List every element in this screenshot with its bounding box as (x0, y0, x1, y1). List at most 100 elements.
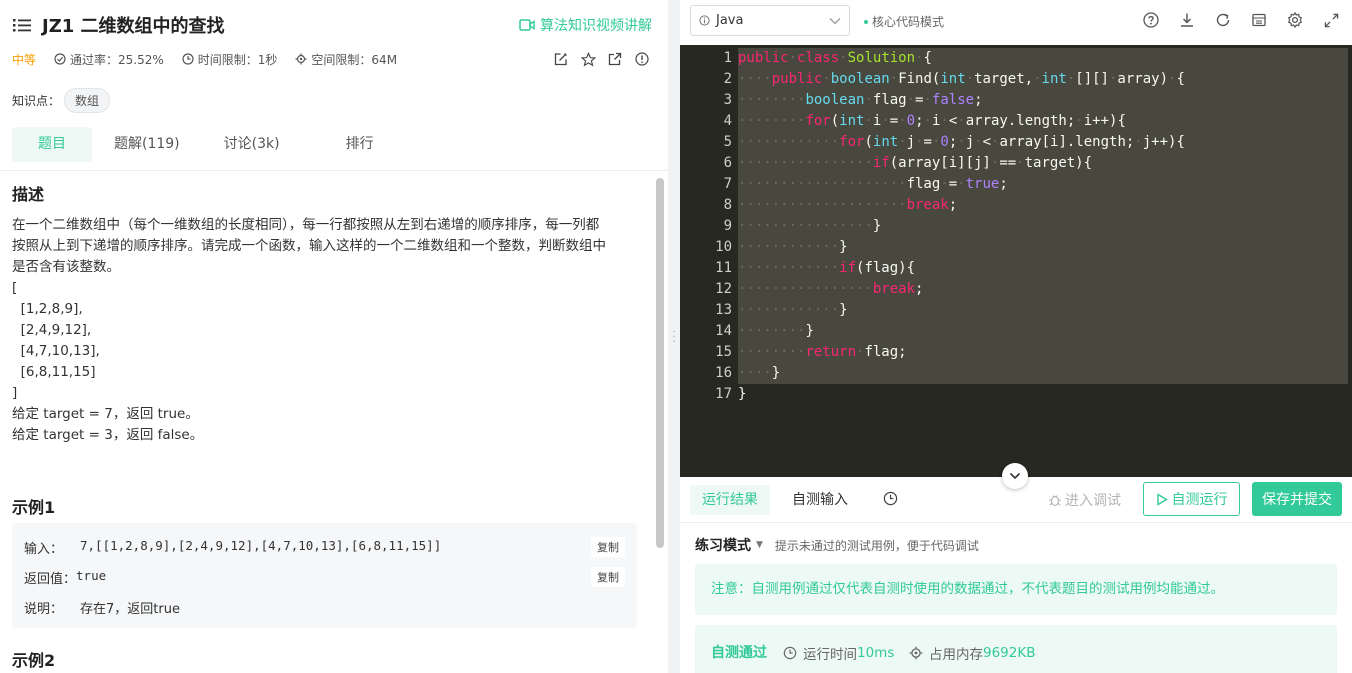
code-line[interactable]: 6 ················if(array[i][j]·==·targe… (680, 153, 1352, 174)
copy-input-button[interactable]: 复制 (591, 537, 625, 557)
memory-stat: 占用内存 9692KB (909, 643, 1035, 663)
code-line[interactable]: 13 ············} (680, 300, 1352, 321)
line-number: 16 (715, 365, 732, 381)
memory-label: 占用内存 (929, 647, 983, 663)
description-line: 给定 target = 3，返回 false。 (12, 427, 204, 443)
example1-title: 示例1 (12, 498, 56, 517)
problem-scrollbar[interactable] (656, 178, 664, 548)
copy-output-button[interactable]: 复制 (591, 567, 625, 587)
code-line[interactable]: 8 ····················break; (680, 195, 1352, 216)
tab-solutions[interactable]: 题解(119) (92, 127, 202, 162)
share-icon[interactable] (607, 51, 623, 67)
memory-value: 9692KB (983, 645, 1036, 661)
caret-down-icon[interactable]: ▼ (756, 540, 763, 550)
pass-status: 自测通过 (711, 645, 767, 661)
history-clock-icon[interactable] (883, 491, 899, 507)
run-time-stat: 运行时间 10ms (783, 643, 894, 663)
description-line: 在一个二维数组中（每个一维数组的长度相同），每一行都按照从左到右递增的顺序排序，… (12, 217, 600, 233)
editor-tools (1124, 11, 1340, 29)
enter-debug-button[interactable]: 进入调试 (1048, 490, 1121, 510)
chevron-down-icon (829, 17, 841, 24)
drag-handle-icon[interactable]: · · · (672, 328, 676, 348)
bug-icon (1049, 495, 1061, 507)
tab-problem[interactable]: 题目 (12, 127, 92, 162)
line-number: 13 (715, 302, 732, 318)
edit-icon[interactable] (553, 51, 569, 67)
video-icon (519, 19, 535, 31)
tab-discussion[interactable]: 讨论(3k) (202, 127, 302, 162)
panel-splitter[interactable]: · · · (668, 0, 680, 673)
tab-custom-input[interactable]: 自测输入 (780, 485, 860, 515)
code-line[interactable]: 9 ················} (680, 216, 1352, 237)
problem-tabs: 题目 题解(119) 讨论(3k) 排行 (12, 127, 396, 162)
settings-gear-icon[interactable] (1286, 11, 1304, 29)
code-line[interactable]: 5 ············for(int·j·=·0;·j·<·array[i]… (680, 132, 1352, 153)
line-number: 2 (723, 71, 732, 87)
self-test-run-button[interactable]: 自测运行 (1143, 482, 1240, 516)
help-icon[interactable] (1142, 11, 1160, 29)
line-number: 14 (715, 323, 732, 339)
line-number: 5 (723, 134, 732, 150)
run-time-value: 10ms (857, 645, 895, 661)
code-editor[interactable]: 1 public·class·Solution·{2 ····public·bool… (680, 45, 1352, 477)
description-body: 在一个二维数组中（每个一维数组的长度相同），每一行都按照从左到右递增的顺序排序，… (12, 215, 644, 446)
description-line: 是否含有该整数。 (12, 259, 120, 275)
chip-icon (909, 646, 923, 660)
play-icon (1156, 492, 1168, 506)
tab-ranking[interactable]: 排行 (324, 127, 396, 162)
self-test-result: 自测通过 运行时间 10ms 占用内存 9692KB (695, 625, 1337, 673)
code-line[interactable]: 7 ····················flag·=·true; (680, 174, 1352, 195)
example-output-value[interactable]: true (76, 568, 106, 587)
code-text: ········return·flag; (738, 342, 1348, 363)
code-line[interactable]: 3 ········boolean·flag·=·false; (680, 90, 1352, 111)
report-icon[interactable] (634, 51, 650, 67)
example-input-value[interactable]: 7,[[1,2,8,9],[2,4,9,12],[4,7,10,13],[6,8… (80, 538, 441, 557)
code-line[interactable]: 10 ············} (680, 237, 1352, 258)
practice-hint: 提示未通过的测试用例，便于代码调试 (774, 538, 979, 553)
problem-panel: JZ1 二维数组中的查找 算法知识视频讲解 中等 通过率：25.52% 时间限制… (0, 0, 668, 673)
code-text: ················} (738, 216, 1348, 237)
clock-icon (783, 646, 797, 660)
example-explain-value: 存在7，返回true (80, 602, 180, 617)
code-line[interactable]: 12 ················break; (680, 279, 1352, 300)
knowledge-tag[interactable]: 数组 (64, 88, 111, 113)
download-icon[interactable] (1178, 11, 1196, 29)
save-submit-button[interactable]: 保存并提交 (1252, 482, 1342, 516)
code-line[interactable]: 16 ····} (680, 363, 1352, 384)
code-line[interactable]: 15 ········return·flag; (680, 342, 1352, 363)
line-number: 6 (723, 155, 732, 171)
difficulty-badge: 中等 (12, 52, 37, 67)
line-number: 17 (715, 386, 732, 402)
notes-icon[interactable] (1250, 11, 1268, 29)
description-line: [ (12, 280, 18, 296)
code-line[interactable]: 11 ············if(flag){ (680, 258, 1352, 279)
language-select[interactable]: Java (690, 5, 850, 36)
clock-icon (182, 53, 194, 65)
tab-run-result[interactable]: 运行结果 (690, 485, 770, 515)
reset-icon[interactable] (1214, 11, 1232, 29)
code-text: ················if(array[i][j]·==·target… (738, 153, 1348, 174)
code-line[interactable]: 2 ····public·boolean·Find(int·target,·int… (680, 69, 1352, 90)
collapse-editor-button[interactable] (1002, 463, 1028, 489)
debug-label: 进入调试 (1065, 493, 1121, 509)
line-number: 15 (715, 344, 732, 360)
editor-toolbar: Java 核心代码模式 (680, 0, 1352, 45)
line-number: 9 (723, 218, 732, 234)
practice-mode-select[interactable]: 练习模式 (695, 535, 751, 555)
description-heading: 描述 (12, 185, 45, 204)
code-text: ········boolean·flag·=·false; (738, 90, 1348, 111)
check-circle-icon (54, 53, 66, 65)
code-line[interactable]: 4 ········for(int·i·=·0;·i·<·array.length… (680, 111, 1352, 132)
star-icon[interactable] (580, 51, 596, 67)
example-explain-label: 说明： (24, 602, 64, 617)
space-limit: 空间限制：64M (295, 51, 397, 68)
line-number: 1 (723, 50, 732, 66)
code-text: public·class·Solution·{ (738, 48, 1348, 69)
code-line[interactable]: 14 ········} (680, 321, 1352, 342)
code-line[interactable]: 17} (680, 384, 1352, 405)
code-line[interactable]: 1 public·class·Solution·{ (680, 48, 1352, 69)
pass-rate: 通过率：25.52% (54, 51, 164, 68)
fullscreen-icon[interactable] (1322, 11, 1340, 29)
video-explain-link[interactable]: 算法知识视频讲解 (519, 15, 652, 35)
list-menu-icon[interactable] (12, 15, 32, 35)
